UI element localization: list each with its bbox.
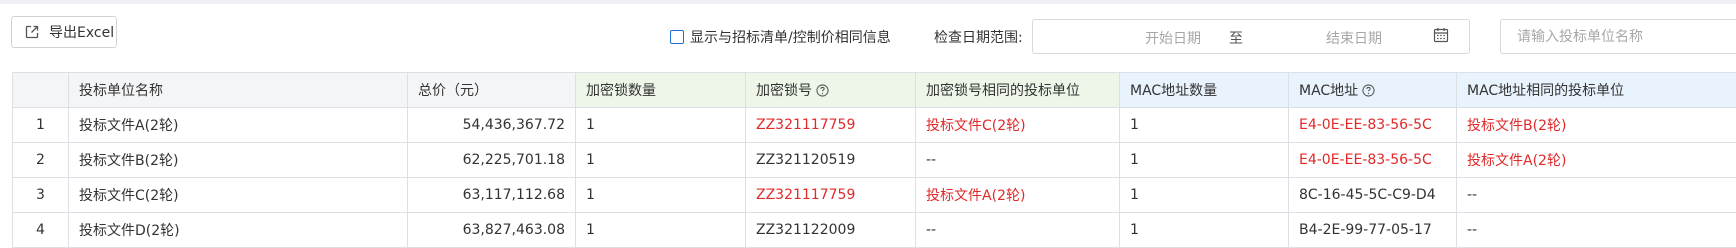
row-index: 2: [13, 143, 69, 178]
bidder-name-cell: 投标文件C(2轮): [69, 178, 408, 213]
lock-number-cell: ZZ321117759: [746, 178, 916, 213]
question-circle-icon[interactable]: [816, 84, 829, 97]
mac-same-bidder-cell: 投标文件A(2轮): [1457, 143, 1736, 178]
lock-number-column-header[interactable]: 加密锁号: [746, 73, 916, 108]
show-same-info-label: 显示与招标清单/控制价相同信息: [690, 27, 891, 47]
bid-check-table: 投标单位名称 总价（元） 加密锁数量 加密锁号 加密锁号相同的投标单位 MAC地…: [12, 72, 1736, 248]
row-index: 1: [13, 108, 69, 143]
external-link-icon: [24, 24, 40, 40]
total-price-cell: 62,225,701.18: [408, 143, 576, 178]
show-same-info-checkbox[interactable]: [670, 30, 684, 44]
calendar-icon[interactable]: [1433, 27, 1449, 43]
lock-number-cell: ZZ321117759: [746, 108, 916, 143]
table-row[interactable]: 2 投标文件B(2轮) 62,225,701.18 1 ZZ321120519 …: [13, 143, 1736, 178]
mac-count-cell: 1: [1120, 178, 1289, 213]
mac-same-bidder-column-header[interactable]: MAC地址相同的投标单位: [1457, 73, 1736, 108]
mac-address-cell: E4-0E-EE-83-56-5C: [1289, 108, 1457, 143]
mac-same-bidder-cell: --: [1457, 178, 1736, 213]
bidder-name-column-header[interactable]: 投标单位名称: [69, 73, 408, 108]
mac-same-bidder-cell: 投标文件B(2轮): [1457, 108, 1736, 143]
lock-same-bidder-cell: 投标文件A(2轮): [916, 178, 1120, 213]
total-price-cell: 54,436,367.72: [408, 108, 576, 143]
index-column-header: [13, 73, 69, 108]
mac-count-column-header[interactable]: MAC地址数量: [1120, 73, 1289, 108]
lock-number-header-label: 加密锁号: [756, 83, 812, 99]
end-date-input[interactable]: 结束日期: [1289, 28, 1419, 48]
mac-address-header-label: MAC地址: [1299, 83, 1358, 99]
lock-count-cell: 1: [576, 213, 746, 248]
bidder-name-cell: 投标文件D(2轮): [69, 213, 408, 248]
date-range-separator: 至: [1229, 28, 1243, 48]
export-excel-button[interactable]: 导出Excel: [11, 16, 117, 48]
table-row[interactable]: 1 投标文件A(2轮) 54,436,367.72 1 ZZ321117759 …: [13, 108, 1736, 143]
lock-same-bidder-cell: --: [916, 213, 1120, 248]
total-price-cell: 63,117,112.68: [408, 178, 576, 213]
bidder-name-cell: 投标文件A(2轮): [69, 108, 408, 143]
start-date-input[interactable]: 开始日期: [1108, 28, 1238, 48]
lock-count-cell: 1: [576, 178, 746, 213]
mac-address-cell: B4-2E-99-77-05-17: [1289, 213, 1457, 248]
mac-address-column-header[interactable]: MAC地址: [1289, 73, 1457, 108]
table-row[interactable]: 4 投标文件D(2轮) 63,827,463.08 1 ZZ321122009 …: [13, 213, 1736, 248]
date-range-picker[interactable]: 开始日期 至 结束日期: [1032, 19, 1470, 54]
lock-count-column-header[interactable]: 加密锁数量: [576, 73, 746, 108]
lock-same-bidder-cell: 投标文件C(2轮): [916, 108, 1120, 143]
export-excel-label: 导出Excel: [49, 22, 114, 42]
date-range-label: 检查日期范围:: [934, 27, 1023, 47]
total-price-column-header[interactable]: 总价（元）: [408, 73, 576, 108]
lock-same-bidder-column-header[interactable]: 加密锁号相同的投标单位: [916, 73, 1120, 108]
mac-address-cell: E4-0E-EE-83-56-5C: [1289, 143, 1457, 178]
top-divider: [0, 0, 1736, 4]
lock-same-bidder-cell: --: [916, 143, 1120, 178]
bidder-name-cell: 投标文件B(2轮): [69, 143, 408, 178]
bidder-search-input[interactable]: [1500, 19, 1736, 54]
mac-count-cell: 1: [1120, 143, 1289, 178]
total-price-cell: 63,827,463.08: [408, 213, 576, 248]
lock-number-cell: ZZ321120519: [746, 143, 916, 178]
lock-count-cell: 1: [576, 143, 746, 178]
mac-count-cell: 1: [1120, 108, 1289, 143]
mac-address-cell: 8C-16-45-5C-C9-D4: [1289, 178, 1457, 213]
row-index: 3: [13, 178, 69, 213]
lock-count-cell: 1: [576, 108, 746, 143]
table-row[interactable]: 3 投标文件C(2轮) 63,117,112.68 1 ZZ321117759 …: [13, 178, 1736, 213]
show-same-info-option[interactable]: 显示与招标清单/控制价相同信息: [670, 27, 891, 47]
mac-same-bidder-cell: --: [1457, 213, 1736, 248]
lock-number-cell: ZZ321122009: [746, 213, 916, 248]
table-header-row: 投标单位名称 总价（元） 加密锁数量 加密锁号 加密锁号相同的投标单位 MAC地…: [13, 73, 1736, 108]
question-circle-icon[interactable]: [1362, 84, 1375, 97]
row-index: 4: [13, 213, 69, 248]
mac-count-cell: 1: [1120, 213, 1289, 248]
